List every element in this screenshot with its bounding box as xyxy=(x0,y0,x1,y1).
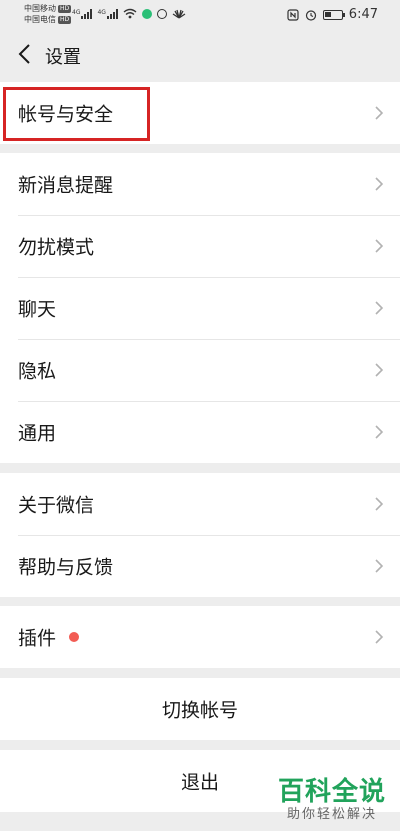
settings-group-main: 新消息提醒 勿扰模式 聊天 隐私 通用 xyxy=(0,153,400,463)
nav-bar: 设置 xyxy=(0,32,400,80)
chevron-right-icon xyxy=(375,497,384,511)
alarm-icon xyxy=(305,9,316,21)
chevron-right-icon xyxy=(375,363,384,377)
wifi-icon xyxy=(123,8,137,19)
settings-item-label: 隐私 xyxy=(18,360,57,383)
watermark: 百科全说 助你轻松解决 xyxy=(278,777,386,823)
settings-item-help-feedback[interactable]: 帮助与反馈 xyxy=(0,535,400,597)
settings-item-new-message[interactable]: 新消息提醒 xyxy=(0,153,400,215)
nfc-icon xyxy=(287,8,299,21)
carrier-2-label: 中国电信 xyxy=(24,15,56,24)
huawei-icon xyxy=(172,9,186,19)
settings-item-label: 聊天 xyxy=(18,298,57,321)
net-type-label: 4G xyxy=(72,8,81,16)
settings-item-general[interactable]: 通用 xyxy=(0,401,400,463)
chevron-right-icon xyxy=(375,425,384,439)
carrier-1-label: 中国移动 xyxy=(24,4,56,13)
back-arrow-icon[interactable] xyxy=(14,42,38,66)
settings-item-about[interactable]: 关于微信 xyxy=(0,473,400,535)
settings-item-label: 勿扰模式 xyxy=(18,236,95,259)
chevron-right-icon xyxy=(375,106,384,120)
settings-item-label: 新消息提醒 xyxy=(18,174,114,197)
chevron-right-icon xyxy=(375,301,384,315)
switch-account-label: 切换帐号 xyxy=(161,699,238,722)
status-bar: 中国移动 HD 中国电信 HD 4G 4G 6:47 xyxy=(0,0,400,32)
switch-account-group: 切换帐号 xyxy=(0,678,400,740)
new-badge-dot xyxy=(69,632,79,642)
carrier-info: 中国移动 HD 中国电信 HD xyxy=(24,3,72,25)
signal-icon: 4G xyxy=(72,8,93,19)
status-icons-right: 6:47 xyxy=(287,7,378,22)
chevron-right-icon xyxy=(375,559,384,573)
settings-item-label: 关于微信 xyxy=(18,494,95,517)
chevron-right-icon xyxy=(375,239,384,253)
settings-item-label: 插件 xyxy=(18,627,57,650)
net-type-label: 4G xyxy=(97,8,106,16)
settings-item-privacy[interactable]: 隐私 xyxy=(0,339,400,401)
app-notification-icon xyxy=(156,8,167,19)
app-notification-icon xyxy=(141,8,152,19)
watermark-subtitle: 助你轻松解决 xyxy=(286,807,377,822)
switch-account-button[interactable]: 切换帐号 xyxy=(0,678,400,740)
signal-icon: 4G xyxy=(97,8,118,19)
settings-item-label: 通用 xyxy=(18,422,57,445)
settings-item-plugins[interactable]: 插件 xyxy=(0,606,400,668)
chevron-right-icon xyxy=(375,630,384,644)
watermark-title: 百科全说 xyxy=(277,777,386,807)
hd-badge: HD xyxy=(58,15,72,24)
status-icons-left: 4G 4G xyxy=(72,8,186,19)
settings-group-about: 关于微信 帮助与反馈 xyxy=(0,473,400,597)
settings-item-chat[interactable]: 聊天 xyxy=(0,277,400,339)
settings-item-label: 帮助与反馈 xyxy=(18,556,114,579)
settings-group-plugins: 插件 xyxy=(0,606,400,668)
chevron-right-icon xyxy=(375,177,384,191)
battery-icon xyxy=(322,9,345,20)
highlight-box xyxy=(3,87,150,141)
hd-badge: HD xyxy=(58,4,72,13)
page-title: 设置 xyxy=(45,47,81,68)
status-time: 6:47 xyxy=(348,7,378,22)
settings-item-do-not-disturb[interactable]: 勿扰模式 xyxy=(0,215,400,277)
